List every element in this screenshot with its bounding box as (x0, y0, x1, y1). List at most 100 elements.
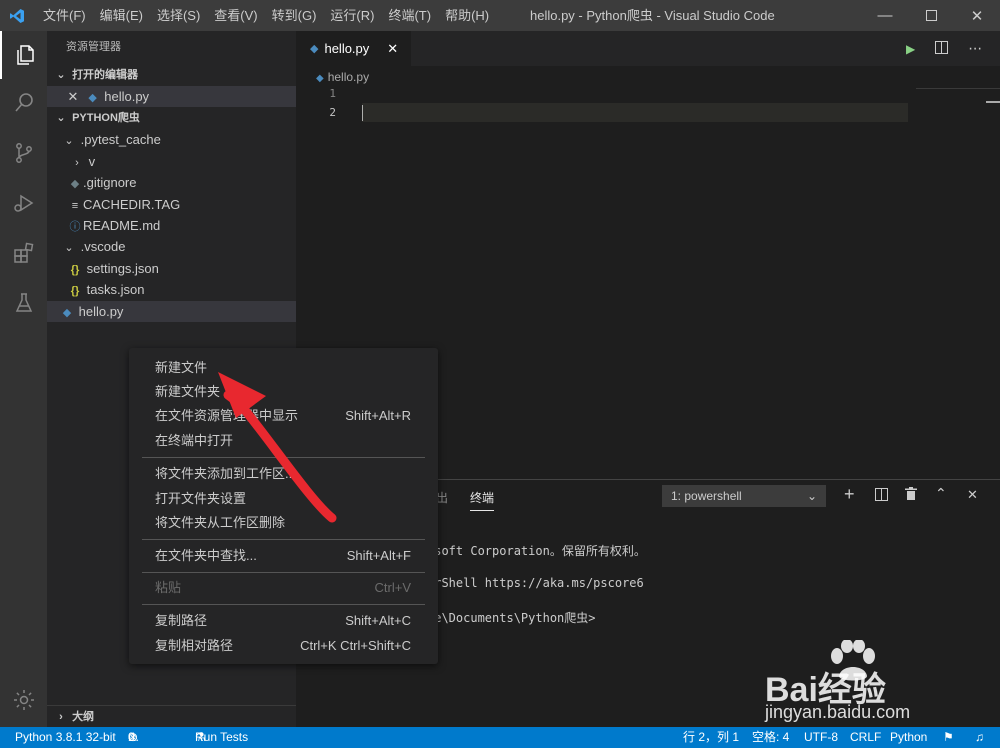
feedback-icon[interactable]: ⚑ (943, 727, 954, 748)
tree-item-vscode[interactable]: ⌄ .vscode (47, 236, 296, 257)
tree-label: CACHEDIR.TAG (83, 196, 181, 212)
menu-separator (142, 572, 425, 573)
maximize-icon[interactable] (908, 0, 954, 31)
menu-item-label: 新建文件夹 (155, 384, 221, 399)
menu-item-reveal-in-explorer[interactable]: 在文件资源管理器中显示 Shift+Alt+R (129, 404, 438, 428)
chevron-right-icon: › (59, 711, 63, 723)
settings-gear-icon[interactable] (0, 676, 47, 724)
menu-item-shortcut: Shift+Alt+F (346, 548, 411, 563)
menu-item-label: 复制相对路径 (155, 638, 234, 653)
menu-item-label: 在终端中打开 (155, 433, 234, 448)
minimize-icon[interactable]: — (862, 0, 908, 31)
menu-help[interactable]: 帮助(H) (438, 0, 496, 31)
vscode-logo-icon (0, 0, 34, 31)
menu-item-label: 在文件夹中查找... (155, 548, 257, 563)
python-interpreter[interactable]: Python 3.8.1 32-bit (15, 727, 116, 748)
close-editor-icon[interactable]: ✕ (65, 86, 81, 107)
chevron-down-icon: ⌄ (64, 242, 74, 255)
menu-item-label: 新建文件 (155, 360, 208, 375)
chevron-down-icon: ⌄ (56, 69, 66, 81)
notifications-bell-icon[interactable]: ♫ (975, 727, 984, 748)
menu-selection[interactable]: 选择(S) (150, 0, 207, 31)
minimap-border (916, 88, 1000, 89)
tab-hello-py[interactable]: ◆ hello.py ✕ (296, 31, 411, 66)
menu-item-copy-relative-path[interactable]: 复制相对路径 Ctrl+K Ctrl+Shift+C (129, 634, 438, 658)
menu-terminal[interactable]: 终端(T) (381, 0, 438, 31)
tree-item-v[interactable]: › v (47, 151, 296, 172)
json-icon: {} (70, 263, 80, 276)
info-icon: ⓘ (69, 220, 81, 233)
trash-icon[interactable] (905, 487, 917, 504)
chevron-down-icon: ⌄ (56, 112, 66, 125)
open-editors-header[interactable]: ⌄ 打开的编辑器 (47, 64, 296, 86)
terminal-line: osoft Corporation。保留所有权利。 (427, 544, 646, 558)
text-cursor (362, 105, 363, 121)
tree-label: .vscode (80, 239, 126, 255)
end-of-line[interactable]: CRLF (850, 727, 881, 748)
split-editor-icon[interactable] (935, 40, 949, 57)
current-line-highlight (362, 103, 908, 122)
cursor-position[interactable]: 行 2，列 1 (683, 727, 739, 748)
terminal-select-value: 1: powershell (671, 489, 742, 503)
python-icon: ◆ (310, 43, 319, 55)
breadcrumb-file[interactable]: hello.py (328, 70, 369, 84)
encoding[interactable]: UTF-8 (804, 727, 838, 748)
split-terminal-icon[interactable] (875, 488, 888, 504)
menu-item-open-in-terminal[interactable]: 在终端中打开 (129, 429, 438, 453)
menu-go[interactable]: 转到(G) (265, 0, 324, 31)
menu-item-copy-path[interactable]: 复制路径 Shift+Alt+C (129, 609, 438, 633)
scrollbar-marker[interactable] (986, 101, 1000, 103)
open-editor-item[interactable]: ✕ ◆ hello.py (47, 86, 296, 108)
terminal-select[interactable]: 1: powershell ⌄ (662, 485, 826, 507)
breadcrumb: ◆ hello.py (296, 66, 1000, 88)
maximize-panel-chevron-up-icon[interactable]: ⌃ (935, 485, 947, 502)
run-python-icon[interactable]: ▶ (906, 42, 915, 56)
menu-item-new-folder[interactable]: 新建文件夹 (129, 380, 438, 404)
more-actions-icon[interactable]: ⋯ (968, 40, 982, 57)
menu-item-shortcut: Ctrl+K Ctrl+Shift+C (300, 638, 411, 653)
menu-edit[interactable]: 编辑(E) (93, 0, 150, 31)
folder-label: PYTHON爬虫 (72, 112, 140, 125)
tree-item-cachedir[interactable]: ≡ CACHEDIR.TAG (47, 194, 296, 215)
menu-item-label: 在文件资源管理器中显示 (155, 408, 299, 423)
extensions-icon[interactable] (0, 229, 47, 277)
tree-item-readme[interactable]: ⓘ README.md (47, 215, 296, 236)
menu-item-add-folder-to-workspace[interactable]: 将文件夹添加到工作区... (129, 462, 438, 486)
tree-item-gitignore[interactable]: ◆ .gitignore (47, 172, 296, 193)
tree-item-tasks-json[interactable]: {} tasks.json (47, 279, 296, 300)
tree-item-hello-py[interactable]: ◆ hello.py (47, 300, 296, 322)
menu-item-find-in-folder[interactable]: 在文件夹中查找... Shift+Alt+F (129, 544, 438, 568)
status-bar: Python 3.8.1 32-bit ⊗ 0 ⚠ 0 ⚗ Run Tests … (0, 727, 1000, 748)
python-icon: ◆ (316, 73, 324, 84)
menu-item-folder-settings[interactable]: 打开文件夹设置 (129, 487, 438, 511)
tree-item-pytest-cache[interactable]: ⌄ .pytest_cache (47, 129, 296, 150)
tree-item-settings-json[interactable]: {} settings.json (47, 258, 296, 279)
testing-flask-icon[interactable] (0, 279, 47, 327)
run-debug-icon[interactable] (0, 179, 47, 227)
terminal-line: erShell https://aka.ms/pscore6 (427, 576, 644, 590)
tree-label: tasks.json (86, 282, 145, 298)
menu-item-shortcut: Shift+Alt+C (345, 613, 411, 628)
file-lines-icon: ≡ (71, 199, 79, 212)
close-tab-icon[interactable]: ✕ (387, 41, 398, 57)
source-control-icon[interactable] (0, 129, 47, 177)
menu-bar: 文件(F) 编辑(E) 选择(S) 查看(V) 转到(G) 运行(R) 终端(T… (36, 0, 496, 31)
indentation[interactable]: 空格: 4 (752, 727, 789, 748)
explorer-title: 资源管理器 (66, 41, 121, 53)
close-window-icon[interactable]: ✕ (954, 0, 1000, 31)
menu-run[interactable]: 运行(R) (323, 0, 381, 31)
search-icon[interactable] (0, 79, 47, 127)
menu-view[interactable]: 查看(V) (207, 0, 264, 31)
menu-file[interactable]: 文件(F) (36, 0, 93, 31)
context-menu: 新建文件 新建文件夹 在文件资源管理器中显示 Shift+Alt+R 在终端中打开… (129, 348, 438, 664)
new-terminal-plus-icon[interactable]: + (844, 484, 855, 505)
folder-header[interactable]: ⌄ PYTHON爬虫 (47, 107, 296, 129)
tab-terminal[interactable]: 终端 (470, 489, 495, 511)
outline-header[interactable]: › 大纲 (47, 705, 296, 727)
tree-label: settings.json (86, 260, 159, 276)
explorer-icon[interactable] (0, 31, 47, 79)
menu-item-new-file[interactable]: 新建文件 (129, 356, 438, 380)
language-mode[interactable]: Python (890, 727, 927, 748)
close-panel-icon[interactable]: ✕ (967, 487, 978, 503)
menu-item-remove-folder[interactable]: 将文件夹从工作区删除 (129, 511, 438, 535)
